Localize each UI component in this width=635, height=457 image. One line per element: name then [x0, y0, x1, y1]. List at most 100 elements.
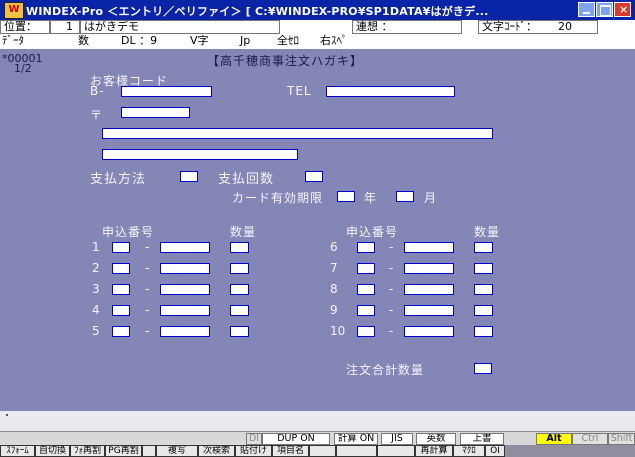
function-key-1[interactable]: ｽﾌｫｰﾑ [0, 445, 35, 457]
order-dash-right: - [389, 303, 395, 317]
order-quantity-field-right[interactable] [474, 305, 493, 316]
order-dash-left: - [145, 240, 151, 254]
postal-code-field[interactable] [121, 107, 190, 118]
order-prefix-field-right[interactable] [357, 284, 375, 295]
entry-form: *00001 1/2 【高千穂商事注文ハガキ】 お客様コード B- TEL 〒 … [0, 49, 635, 411]
order-row-number-left: 4 [92, 303, 100, 317]
customer-code-field[interactable] [121, 86, 212, 97]
order-total-field[interactable] [474, 363, 492, 374]
close-button[interactable]: × [614, 2, 631, 17]
order-quantity-field-right[interactable] [474, 242, 493, 253]
card-expiry-year-field[interactable] [337, 191, 355, 202]
function-key-3[interactable]: ﾌｫ再割 [70, 445, 105, 457]
window-title: WINDEX-Pro ＜エントリ／ベリファイ＞ [ C:¥WINDEX-PRO¥… [26, 5, 489, 18]
info-row-2: ﾃﾞｰﾀ 数 DL ：9 V字 Jp 全ｾﾛ 右ｽﾍﾟ [0, 34, 635, 50]
order-prefix-field-left[interactable] [112, 305, 130, 316]
message-marker [6, 414, 8, 416]
order-number-field-left[interactable] [160, 242, 210, 253]
order-number-field-right[interactable] [404, 326, 454, 337]
function-key-5[interactable] [142, 445, 156, 457]
order-total-label: 注文合計数量 [346, 363, 425, 377]
order-quantity-field-right[interactable] [474, 326, 493, 337]
order-prefix-field-left[interactable] [112, 326, 130, 337]
message-bar [0, 411, 635, 431]
order-row-number-left: 5 [92, 324, 100, 338]
card-expiry-label: カード有効期限 [232, 191, 324, 205]
tel-field[interactable] [326, 86, 455, 97]
function-key-11[interactable] [336, 445, 377, 457]
function-key-8[interactable]: 貼付け [235, 445, 272, 457]
quantity-header-right: 数量 [474, 225, 501, 239]
order-dash-right: - [389, 240, 395, 254]
order-prefix-field-right[interactable] [357, 242, 375, 253]
order-quantity-field-left[interactable] [230, 284, 249, 295]
order-number-field-left[interactable] [160, 284, 210, 295]
function-key-13[interactable]: 再計算 [415, 445, 453, 457]
order-quantity-field-left[interactable] [230, 305, 249, 316]
quantity-header-left: 数量 [230, 225, 257, 239]
jis-indicator: JIS [381, 433, 413, 445]
order-number-header-right: 申込番号 [346, 225, 399, 239]
function-key-10[interactable] [309, 445, 336, 457]
card-expiry-month-field[interactable] [396, 191, 414, 202]
ctrl-key-indicator: Ctrl [572, 433, 608, 445]
function-key-9[interactable]: 項目名 [272, 445, 309, 457]
order-number-field-left[interactable] [160, 326, 210, 337]
alnum-indicator: 英数 [416, 433, 456, 445]
app-icon[interactable]: W [4, 2, 24, 19]
order-dash-left: - [145, 324, 151, 338]
data-label: ﾃﾞｰﾀ [2, 34, 24, 47]
function-key-2[interactable]: 自切換 [35, 445, 70, 457]
order-quantity-field-left[interactable] [230, 326, 249, 337]
payment-count-label: 支払回数 [218, 172, 275, 187]
maximize-button[interactable] [596, 2, 613, 17]
payment-method-label: 支払方法 [90, 172, 147, 187]
order-quantity-field-right[interactable] [474, 284, 493, 295]
char-code-label: 文字ｺｰﾄﾞ： [478, 20, 598, 34]
dl-label: DL ：9 [121, 34, 158, 47]
order-number-field-right[interactable] [404, 305, 454, 316]
function-key-14[interactable]: ﾏｸﾛ [453, 445, 485, 457]
function-key-7[interactable]: 次検索 [198, 445, 235, 457]
order-prefix-field-right[interactable] [357, 326, 375, 337]
record-page: 1/2 [14, 62, 32, 75]
order-quantity-field-right[interactable] [474, 263, 493, 274]
order-number-field-left[interactable] [160, 305, 210, 316]
function-key-12[interactable] [377, 445, 415, 457]
minimize-button[interactable] [578, 2, 595, 17]
dup-indicator: DUP ON [262, 433, 330, 445]
payment-count-field[interactable] [305, 171, 323, 182]
count-label: 数 [78, 34, 89, 47]
order-number-field-right[interactable] [404, 242, 454, 253]
order-number-field-right[interactable] [404, 263, 454, 274]
title-bar: W WINDEX-Pro ＜エントリ／ベリファイ＞ [ C:¥WINDEX-PR… [0, 0, 635, 20]
order-number-field-left[interactable] [160, 263, 210, 274]
order-quantity-field-left[interactable] [230, 242, 249, 253]
maximize-icon [600, 5, 611, 16]
payment-method-field[interactable] [180, 171, 198, 182]
order-row-number-right: 9 [330, 303, 338, 317]
function-key-4[interactable]: PG再割 [105, 445, 142, 457]
close-icon: × [619, 3, 629, 16]
address-line-2-field[interactable] [102, 149, 298, 160]
function-key-bar: ｽﾌｫｰﾑ 自切換 ﾌｫ再割 PG再割 複写 次検索 貼付け 項目名 再計算 ﾏｸﾛ OI [0, 445, 635, 457]
order-dash-left: - [145, 282, 151, 296]
order-number-field-right[interactable] [404, 284, 454, 295]
position-value: 1 [50, 20, 80, 34]
status-bar: DI DUP ON 計算 ON JIS 英数 上書 Alt Ctrl Shift [0, 431, 635, 445]
info-row-1: 位置： 1 はがきデモ 連想 ： 文字ｺｰﾄﾞ： 20 [0, 20, 635, 35]
order-prefix-field-right[interactable] [357, 263, 375, 274]
address-line-1-field[interactable] [102, 128, 493, 139]
function-key-15[interactable]: OI [485, 445, 505, 457]
order-prefix-field-left[interactable] [112, 263, 130, 274]
alt-key-indicator: Alt [536, 433, 572, 445]
order-prefix-field-right[interactable] [357, 305, 375, 316]
year-label: 年 [364, 191, 378, 205]
order-quantity-field-left[interactable] [230, 263, 249, 274]
order-row-number-right: 7 [330, 261, 338, 275]
function-key-6[interactable]: 複写 [156, 445, 198, 457]
char-code-value: 20 [558, 20, 572, 33]
order-prefix-field-left[interactable] [112, 284, 130, 295]
shift-key-indicator: Shift [608, 433, 635, 445]
order-prefix-field-left[interactable] [112, 242, 130, 253]
